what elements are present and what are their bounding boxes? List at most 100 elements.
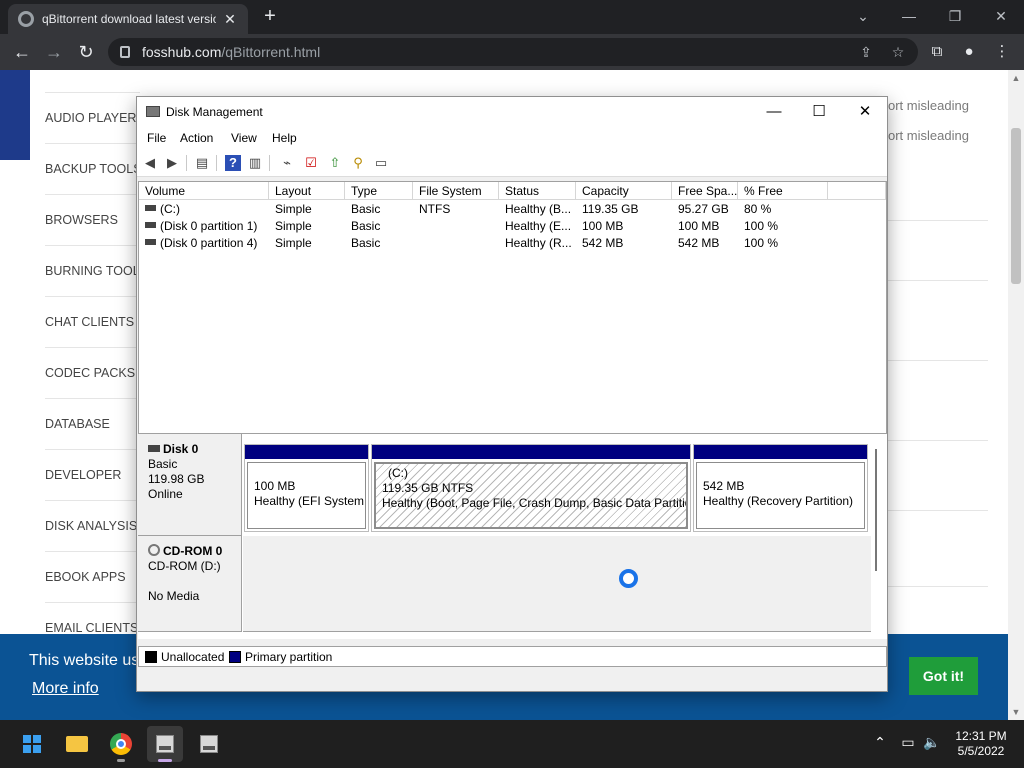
column-header-layout[interactable]: Layout <box>269 182 345 200</box>
checklist-icon[interactable]: ☑ <box>303 155 319 171</box>
category-item[interactable]: BURNING TOOLS <box>45 245 140 296</box>
category-item[interactable]: BROWSERS <box>45 194 140 245</box>
minimize-button[interactable]: — <box>751 99 797 125</box>
disk0-label[interactable]: Disk 0 Basic 119.98 GB Online <box>138 434 242 536</box>
divider <box>888 280 988 281</box>
menu-file[interactable]: File <box>147 131 166 145</box>
forward-arrow-icon[interactable]: → <box>42 40 66 64</box>
share-icon[interactable]: ⇪ <box>856 42 876 62</box>
chrome-taskbar-button[interactable] <box>103 726 139 762</box>
extensions-icon[interactable]: ⧉ <box>927 42 947 62</box>
tab-close-icon[interactable]: ✕ <box>222 11 238 28</box>
show-action-pane-icon[interactable]: ▥ <box>247 155 263 171</box>
new-tab-button[interactable]: + <box>258 6 282 28</box>
back-arrow-icon[interactable]: ← <box>10 40 34 64</box>
column-header-status[interactable]: Status <box>499 182 576 200</box>
browser-tabbar: qBittorrent download latest version ✕ + … <box>0 0 1024 34</box>
search-folder-icon[interactable]: ⚲ <box>350 155 366 171</box>
column-header-percent-free[interactable]: % Free <box>738 182 828 200</box>
disk-management-window: Disk Management — ☐ ✕ File Action View H… <box>136 96 888 692</box>
column-header-filesystem[interactable]: File System <box>413 182 499 200</box>
category-item[interactable]: BACKUP TOOLS <box>45 143 140 194</box>
tab-title: qBittorrent download latest version <box>42 12 216 26</box>
back-icon[interactable]: ◀ <box>142 155 158 171</box>
partition-recovery[interactable]: 542 MB Healthy (Recovery Partition) <box>693 444 868 532</box>
scroll-up-icon[interactable]: ▲ <box>1008 70 1024 86</box>
column-header-volume[interactable]: Volume <box>139 182 269 200</box>
cell-layout: Simple <box>275 219 312 233</box>
start-button[interactable] <box>14 726 50 762</box>
cell-status: Healthy (E... <box>505 219 572 233</box>
clock[interactable]: 12:31 PM 5/5/2022 <box>950 729 1012 759</box>
disk-management-taskbar-button[interactable] <box>147 726 183 762</box>
window-titlebar[interactable]: Disk Management — ☐ ✕ <box>137 97 887 127</box>
disk-management-taskbar-button-2[interactable] <box>191 726 227 762</box>
up-arrow-folder-icon[interactable]: ⇧ <box>327 155 343 171</box>
table-row[interactable]: (Disk 0 partition 1) <box>139 218 269 235</box>
disk0-size: 119.98 GB <box>148 472 205 486</box>
connect-icon[interactable]: ⌁ <box>279 155 295 171</box>
cell-type: Basic <box>351 236 381 250</box>
menu-view[interactable]: View <box>231 131 257 145</box>
close-button[interactable]: ✕ <box>842 99 888 125</box>
table-row[interactable]: (C:) <box>139 201 269 218</box>
browser-restore-button[interactable]: ❐ <box>932 4 978 28</box>
menu-action[interactable]: Action <box>180 131 213 145</box>
tab-search-icon[interactable]: ⌄ <box>840 4 886 28</box>
reload-icon[interactable]: ↻ <box>74 40 98 64</box>
category-item[interactable]: CODEC PACKS <box>45 347 140 398</box>
scroll-down-icon[interactable]: ▼ <box>1008 704 1024 720</box>
show-hidden-icons-chevron-icon[interactable]: ⌃ <box>870 734 890 751</box>
running-indicator <box>117 759 125 762</box>
volume-icon[interactable]: 🔈 <box>922 734 942 751</box>
maximize-button[interactable]: ☐ <box>796 99 842 125</box>
properties-icon[interactable]: ▭ <box>373 155 389 171</box>
partition-status: Healthy (Recovery Partition) <box>703 494 854 508</box>
table-row[interactable]: (Disk 0 partition 4) <box>139 235 269 252</box>
browser-close-button[interactable]: ✕ <box>978 4 1024 28</box>
category-item[interactable]: AUDIO PLAYERS <box>45 92 140 143</box>
show-hide-console-tree-icon[interactable]: ▤ <box>194 155 210 171</box>
chrome-icon <box>110 733 132 755</box>
menu-help[interactable]: Help <box>272 131 297 145</box>
disk-management-icon <box>156 735 174 753</box>
category-item[interactable]: EBOOK APPS <box>45 551 140 602</box>
cell-capacity: 119.35 GB <box>582 202 639 216</box>
graphical-pane-scrollbar[interactable] <box>875 449 877 571</box>
got-it-button[interactable]: Got it! <box>909 657 978 695</box>
browser-minimize-button[interactable]: — <box>886 4 932 28</box>
browser-tab[interactable]: qBittorrent download latest version ✕ <box>8 4 248 34</box>
category-item[interactable]: DATABASE <box>45 398 140 449</box>
report-misleading-link[interactable]: ort misleading <box>888 98 969 113</box>
page-scrollbar[interactable]: ▲ ▼ <box>1008 70 1024 720</box>
category-item[interactable]: CHAT CLIENTS <box>45 296 140 347</box>
column-header-free-space[interactable]: Free Spa... <box>672 182 738 200</box>
cell-free-space: 542 MB <box>678 236 720 250</box>
disk0-name: Disk 0 <box>163 442 199 456</box>
more-info-link[interactable]: More info <box>32 680 99 698</box>
profile-avatar-icon[interactable]: ● <box>959 42 979 62</box>
cdrom-label[interactable]: CD-ROM 0 CD-ROM (D:) No Media <box>138 536 242 632</box>
scrollbar-thumb[interactable] <box>1011 128 1021 284</box>
page-left-accent <box>0 70 30 160</box>
report-misleading-link[interactable]: ort misleading <box>888 128 969 143</box>
partition-efi[interactable]: 100 MB Healthy (EFI System Partition) <box>244 444 369 532</box>
category-item[interactable]: DEVELOPER <box>45 449 140 500</box>
cdrom-volume-area[interactable] <box>243 536 871 632</box>
browser-menu-icon[interactable]: ⋮ <box>992 42 1012 62</box>
column-header-capacity[interactable]: Capacity <box>576 182 672 200</box>
divider <box>888 440 988 441</box>
cdrom-drive: CD-ROM (D:) <box>148 559 221 573</box>
help-icon[interactable]: ? <box>225 155 241 171</box>
network-icon[interactable]: ▭ <box>898 734 918 751</box>
bookmark-star-icon[interactable]: ☆ <box>888 42 908 62</box>
category-item[interactable]: DISK ANALYSIS <box>45 500 140 551</box>
cell-capacity: 542 MB <box>582 236 624 250</box>
address-bar[interactable]: fosshub.com/qBittorrent.html ⇪ ☆ <box>108 38 918 66</box>
volume-drive-icon <box>145 205 156 211</box>
column-header-type[interactable]: Type <box>345 182 413 200</box>
forward-icon[interactable]: ▶ <box>164 155 180 171</box>
file-explorer-button[interactable] <box>59 726 95 762</box>
partition-c[interactable]: (C:) 119.35 GB NTFS Healthy (Boot, Page … <box>371 444 691 532</box>
partition-name: (C:) <box>388 466 408 480</box>
